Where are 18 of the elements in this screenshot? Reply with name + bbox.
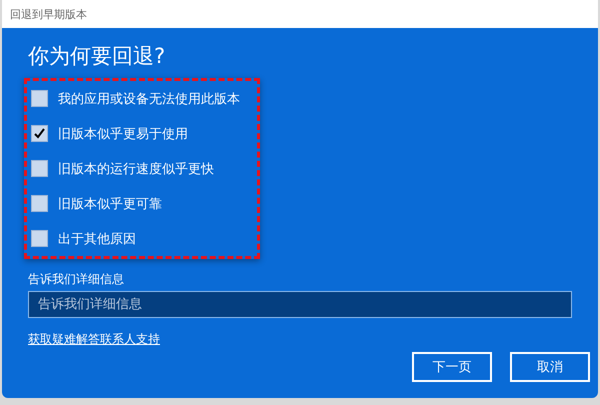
field-label: 告诉我们详细信息 (28, 271, 125, 288)
checkbox[interactable] (31, 90, 48, 107)
checkbox[interactable] (31, 230, 48, 247)
dialog-button[interactable]: 下一页 (412, 352, 492, 382)
checkbox[interactable] (31, 125, 48, 142)
heading: 你为何要回退? (28, 43, 166, 70)
checkbox-label: 旧版本似乎更易于使用 (58, 126, 188, 142)
checkbox-label: 出于其他原因 (58, 230, 136, 248)
checkmark-icon (33, 127, 46, 140)
checkbox-label: 旧版本的运行速度似乎更快 (58, 160, 214, 178)
dialog-button[interactable]: 取消 (510, 352, 590, 382)
checkbox-label: 我的应用或设备无法使用此版本 (58, 90, 240, 108)
checkbox-label: 旧版本似乎更可靠 (58, 196, 162, 212)
support-link[interactable]: 获取疑难解答联系人支持 (28, 331, 160, 348)
checkbox[interactable] (31, 195, 48, 212)
checkbox[interactable] (31, 160, 48, 177)
details-field[interactable]: 告诉我们详细信息 (28, 291, 572, 318)
window-title: 回退到早期版本 (10, 6, 87, 22)
